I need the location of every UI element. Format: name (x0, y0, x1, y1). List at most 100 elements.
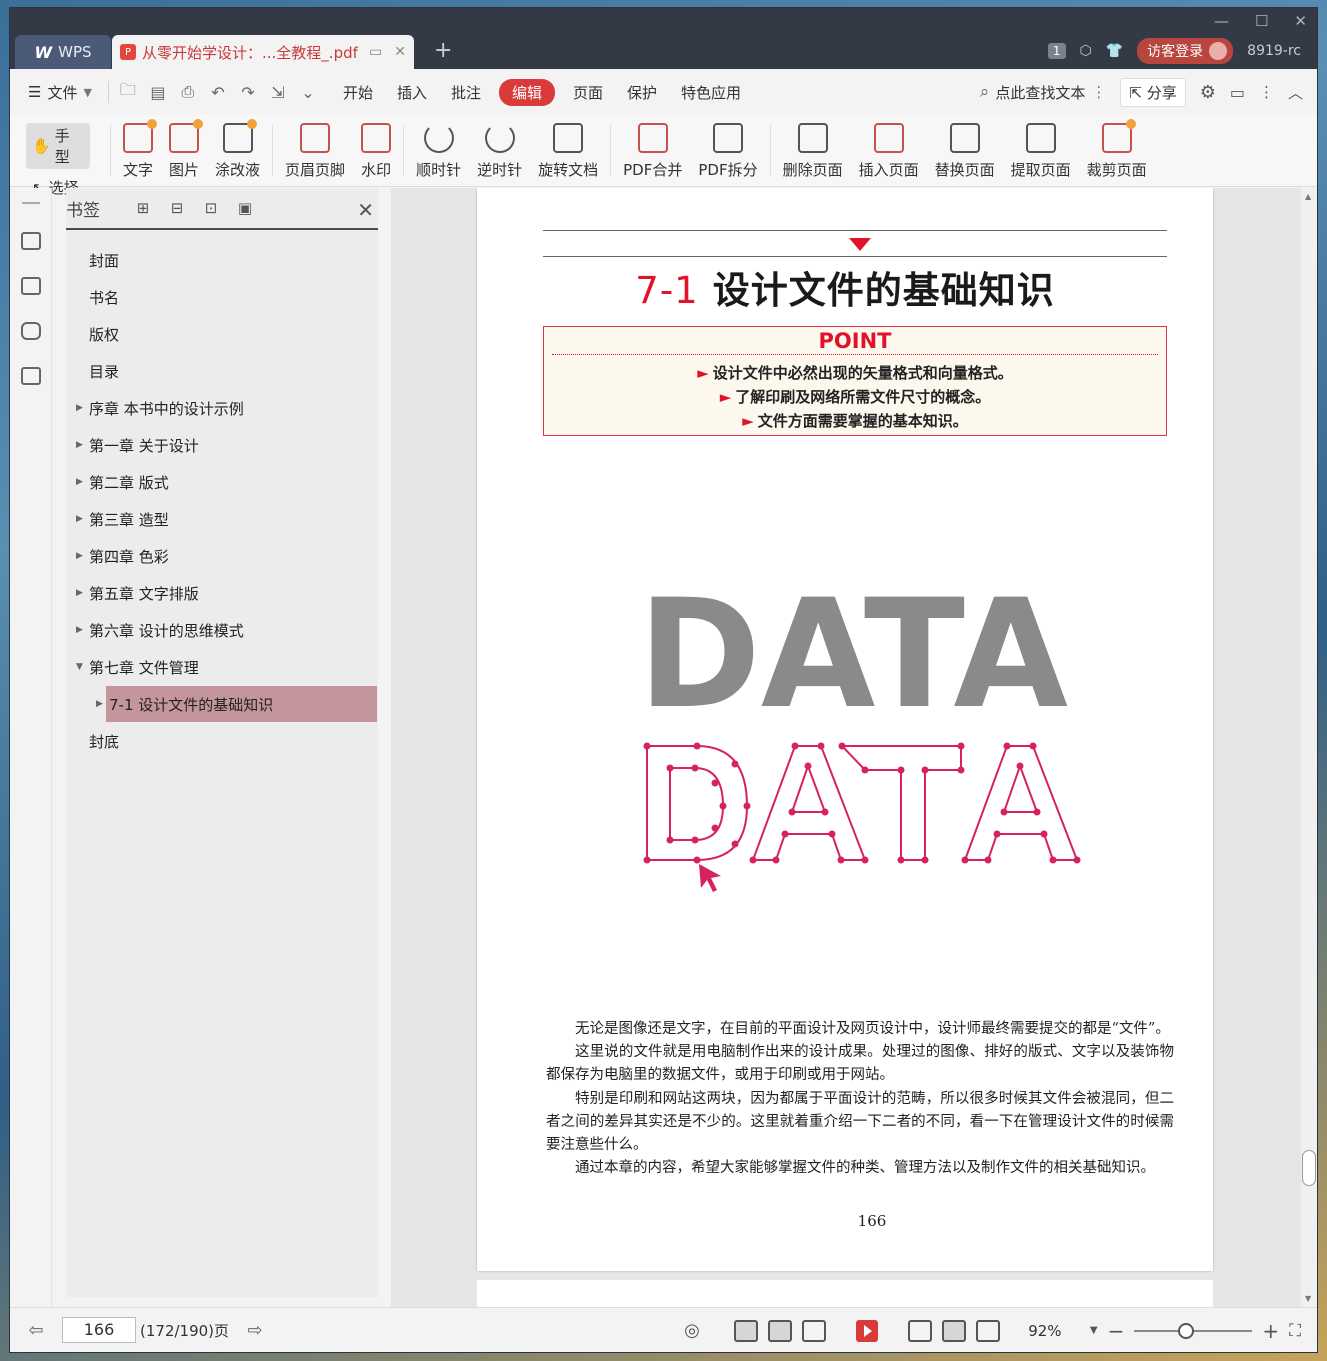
pdf-split-button[interactable]: PDF拆分 (690, 115, 765, 186)
hand-tool-button[interactable]: ✋ 手型 (26, 123, 90, 169)
extract-page-button[interactable]: 提取页面 (1003, 115, 1079, 186)
tab-wps-home[interactable]: W WPS (15, 35, 111, 69)
edit-image-button[interactable]: 图片 (161, 115, 207, 186)
add-bookmark-icon[interactable]: ⊞ (126, 199, 160, 217)
insert-page-button[interactable]: 插入页面 (851, 115, 927, 186)
single-page-icon[interactable] (767, 1319, 792, 1342)
rotate-ccw-button[interactable]: 逆时针 (469, 115, 530, 186)
watermark-button[interactable]: 水印 (353, 115, 399, 186)
zoom-level[interactable]: 92% (1010, 1322, 1080, 1340)
tab-document[interactable]: P 从零开始学设计：...全教程_.pdf ▭ ✕ (112, 35, 414, 69)
next-page-icon[interactable]: ⇨ (229, 1320, 281, 1341)
fit-page-icon[interactable] (941, 1319, 966, 1342)
bookmark-item[interactable]: ▶ 第六章 设计的思维模式 (76, 612, 244, 648)
expand-arrow-icon[interactable]: ▶ (76, 403, 83, 413)
expand-arrow-icon[interactable]: ▶ (96, 699, 103, 709)
thumbnail-icon[interactable] (21, 277, 41, 295)
bookmark-item[interactable]: ▶ 第四章 色彩 (76, 538, 169, 574)
new-tab-button[interactable]: + (434, 38, 452, 63)
document-viewer[interactable]: 7-1 设计文件的基础知识 POINT ► 设计文件中必然出现的矢量格式和向量格式。… (391, 188, 1317, 1307)
vertical-scrollbar[interactable]: ▲ ▼ (1301, 188, 1317, 1307)
bookmark-item[interactable]: ▶ 序章 本书中的设计示例 (76, 390, 244, 426)
fit-width-icon[interactable] (975, 1319, 1000, 1342)
redo-icon[interactable]: ↷ (233, 83, 263, 102)
actual-size-icon[interactable] (907, 1319, 932, 1342)
replace-page-button[interactable]: 替换页面 (927, 115, 1003, 186)
close-panel-icon[interactable]: ✕ (357, 198, 374, 222)
close-tab-icon[interactable]: ✕ (394, 44, 406, 60)
gear-icon[interactable]: ⚙ (1200, 82, 1216, 103)
scroll-thumb[interactable] (1302, 1150, 1316, 1186)
more-quick-icon[interactable]: ⌄ (293, 83, 323, 102)
pin-icon[interactable]: ▭ (369, 44, 382, 60)
close-icon[interactable]: ✕ (1294, 12, 1307, 30)
expand-arrow-icon[interactable]: ▶ (76, 551, 83, 561)
scroll-down-icon[interactable]: ▼ (1305, 1294, 1311, 1303)
save-icon[interactable]: ▤ (143, 83, 173, 102)
zoom-out-icon[interactable]: − (1108, 1319, 1125, 1343)
login-button[interactable]: 访客登录 (1137, 38, 1234, 64)
expand-arrow-icon[interactable]: ▶ (76, 514, 83, 524)
header-footer-button[interactable]: 页眉页脚 (277, 115, 353, 186)
fullscreen-icon[interactable]: ⛶ (1289, 1321, 1301, 1341)
bookmark-item[interactable]: 封底 (89, 723, 119, 759)
correction-fluid-button[interactable]: 涂改液 (207, 115, 268, 186)
share-button[interactable]: ⇱ 分享 (1120, 77, 1186, 107)
more-icon[interactable]: ⋮ (1259, 83, 1274, 101)
bookmark-settings-icon[interactable]: ▣ (228, 199, 262, 217)
bookmark-item-selected[interactable]: ▶ 7-1 设计文件的基础知识 (96, 686, 377, 722)
zoom-dropdown-icon[interactable]: ▼ (1090, 1325, 1098, 1336)
tab-page[interactable]: 页面 (561, 82, 615, 103)
expand-arrow-icon[interactable]: ▶ (76, 588, 83, 598)
pdf-merge-button[interactable]: PDF合并 (615, 115, 690, 186)
collapse-arrow-icon[interactable]: ▼ (76, 662, 83, 672)
delete-page-button[interactable]: 删除页面 (775, 115, 851, 186)
bookmark-item[interactable]: ▶ 第二章 版式 (76, 464, 169, 500)
eye-protect-icon[interactable]: ◎ (684, 1320, 700, 1341)
shirt-icon[interactable]: 👕 (1106, 43, 1123, 59)
zoom-slider-knob[interactable] (1178, 1322, 1195, 1339)
zoom-slider[interactable] (1134, 1322, 1253, 1339)
bookmark-item[interactable]: 版权 (89, 316, 119, 352)
play-icon[interactable] (855, 1319, 878, 1342)
tab-annotate[interactable]: 批注 (439, 82, 493, 103)
undo-icon[interactable]: ↶ (203, 83, 233, 102)
remove-bookmark-icon[interactable]: ⊟ (160, 199, 194, 217)
comment-icon[interactable]: ▭ (1230, 83, 1245, 102)
bookmark-item[interactable]: ▶ 第一章 关于设计 (76, 427, 199, 463)
minimize-icon[interactable]: — (1214, 12, 1229, 30)
page-number-input[interactable]: 166 (62, 1317, 136, 1343)
rotate-document-button[interactable]: 旋转文档 (530, 115, 606, 186)
bookmark-item[interactable]: 书名 (89, 279, 119, 315)
annotation-icon[interactable] (21, 322, 41, 340)
crop-page-button[interactable]: 裁剪页面 (1079, 115, 1155, 186)
scroll-up-icon[interactable]: ▲ (1305, 192, 1311, 201)
bookmark-item[interactable]: ▶ 第五章 文字排版 (76, 575, 199, 611)
two-page-icon[interactable] (801, 1319, 826, 1342)
bookmark-item[interactable]: ▶ 第三章 造型 (76, 501, 169, 537)
tab-insert[interactable]: 插入 (385, 82, 439, 103)
expand-arrow-icon[interactable]: ▶ (76, 440, 83, 450)
collapse-ribbon-icon[interactable]: ︿ (1288, 82, 1303, 103)
search-text-button[interactable]: ⌕ 点此查找文本 ⋮ (980, 82, 1107, 103)
print-icon[interactable]: ⎙ (173, 82, 203, 102)
bookmark-item[interactable]: ▼ 第七章 文件管理 (76, 649, 199, 685)
export-icon[interactable]: ⇲ (263, 83, 293, 102)
skin-icon[interactable]: ⬡ (1080, 43, 1092, 59)
tab-start[interactable]: 开始 (323, 82, 385, 103)
prev-page-icon[interactable]: ⇦ (10, 1320, 62, 1341)
edit-text-button[interactable]: 文字 (115, 115, 161, 186)
bookmark-item[interactable]: 封面 (89, 242, 119, 278)
tab-edit[interactable]: 编辑 (498, 78, 555, 106)
continuous-view-icon[interactable] (733, 1319, 758, 1342)
open-folder-icon[interactable]: 🗀 (113, 79, 143, 106)
outline-icon[interactable] (21, 232, 41, 250)
signature-icon[interactable] (21, 367, 41, 385)
tab-special[interactable]: 特色应用 (669, 82, 753, 103)
bookmark-item[interactable]: 目录 (89, 353, 119, 389)
zoom-in-icon[interactable]: + (1262, 1319, 1279, 1343)
maximize-icon[interactable]: ☐ (1255, 12, 1268, 30)
expand-arrow-icon[interactable]: ▶ (76, 625, 83, 635)
expand-bookmark-icon[interactable]: ⊡ (194, 199, 228, 217)
expand-arrow-icon[interactable]: ▶ (76, 477, 83, 487)
